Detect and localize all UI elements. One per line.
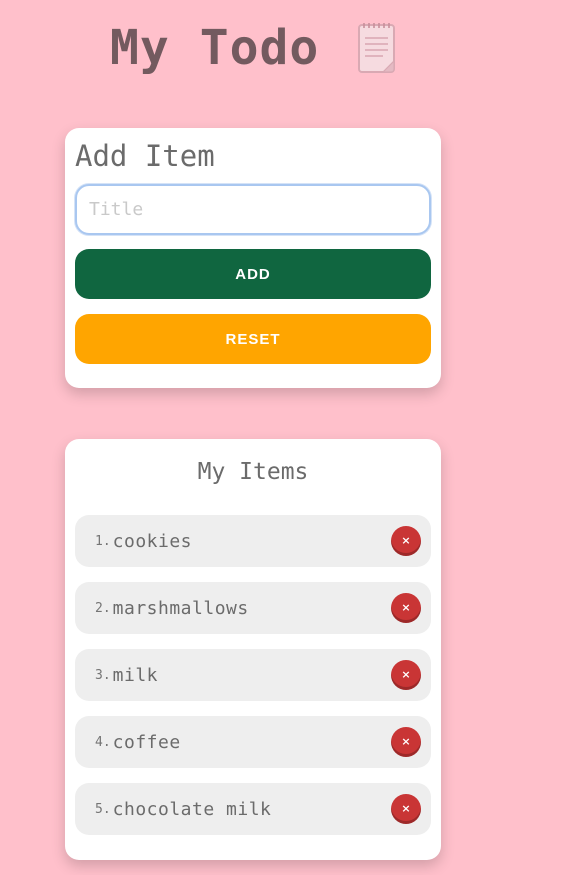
delete-item-button[interactable]: × xyxy=(391,593,421,623)
list-item: 1. cookies × xyxy=(75,515,431,567)
my-items-heading: My Items xyxy=(197,459,309,485)
reset-button[interactable]: RESET xyxy=(75,314,431,364)
close-icon: × xyxy=(401,667,411,681)
delete-item-button[interactable]: × xyxy=(391,526,421,556)
item-text: milk xyxy=(112,664,159,686)
item-number: 4. xyxy=(95,734,111,750)
item-number: 2. xyxy=(95,600,111,616)
item-text: cookies xyxy=(112,530,193,552)
close-icon: × xyxy=(401,801,411,815)
close-icon: × xyxy=(401,600,411,614)
list-item: 3. milk × xyxy=(75,649,431,701)
item-list: 1. cookies × 2. marshmallows × 3. milk ×… xyxy=(75,515,431,835)
add-item-card: Add Item ADD RESET xyxy=(65,128,441,388)
delete-item-button[interactable]: × xyxy=(391,660,421,690)
item-number: 5. xyxy=(95,801,111,817)
my-items-card: My Items 1. cookies × 2. marshmallows × … xyxy=(65,439,441,860)
delete-item-button[interactable]: × xyxy=(391,794,421,824)
item-text: marshmallows xyxy=(112,597,249,619)
title-input[interactable] xyxy=(75,184,431,235)
item-number: 3. xyxy=(95,667,111,683)
page-title: My Todo xyxy=(110,20,320,76)
list-item: 4. coffee × xyxy=(75,716,431,768)
add-button[interactable]: ADD xyxy=(75,249,431,299)
item-text: coffee xyxy=(112,731,181,753)
item-text: chocolate milk xyxy=(112,798,272,820)
delete-item-button[interactable]: × xyxy=(391,727,421,757)
add-item-heading: Add Item xyxy=(75,139,215,173)
close-icon: × xyxy=(401,533,411,547)
close-icon: × xyxy=(401,734,411,748)
app-header: My Todo xyxy=(110,18,397,78)
list-item: 2. marshmallows × xyxy=(75,582,431,634)
list-item: 5. chocolate milk × xyxy=(75,783,431,835)
notepad-icon xyxy=(357,21,397,75)
item-number: 1. xyxy=(95,533,111,549)
